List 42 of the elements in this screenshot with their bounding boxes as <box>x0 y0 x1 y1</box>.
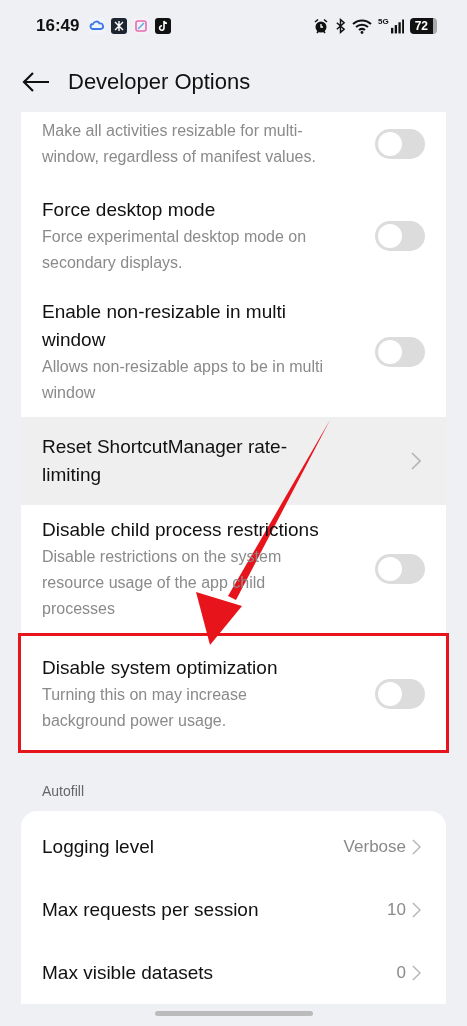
setting-title: Logging level <box>42 834 154 859</box>
setting-value: Verbose <box>343 836 406 857</box>
colorful-app-icon <box>133 18 150 34</box>
setting-title: Max visible datasets <box>42 960 214 985</box>
toggle-switch[interactable] <box>375 554 425 584</box>
setting-title: Reset ShortcutManager rate-limiting <box>42 435 288 487</box>
status-time: 16:49 <box>36 16 80 36</box>
chevron-right-icon[interactable] <box>412 964 421 981</box>
signal-icon <box>390 18 404 34</box>
alarm-icon <box>312 18 329 34</box>
chevron-right-icon[interactable] <box>411 452 421 470</box>
bluetooth-icon <box>334 18 346 34</box>
wifi-icon <box>351 18 372 34</box>
toggle-switch[interactable] <box>375 221 425 251</box>
toggle-switch[interactable] <box>375 679 425 709</box>
chevron-right-icon[interactable] <box>412 901 421 918</box>
setting-description: Allows non-resizable apps to be in multi window <box>42 357 325 403</box>
tool-app-icon <box>111 18 128 34</box>
setting-title: Force desktop mode <box>42 198 217 222</box>
settings-row[interactable]: Make all activities resizable for multi-window, regardless of manifest values. <box>21 112 446 185</box>
setting-description: Turning this on may increase background power usage. <box>42 685 248 731</box>
music-note-app-icon <box>155 18 172 34</box>
settings-row[interactable]: Reset ShortcutManager rate-limiting <box>21 417 446 505</box>
settings-row[interactable]: Disable system optimization Turning this on may increase background power usage. <box>18 633 449 753</box>
setting-value: 0 <box>396 962 406 983</box>
network-type: 5G <box>377 17 389 26</box>
setting-value: 10 <box>387 899 406 920</box>
toggle-switch[interactable] <box>375 129 425 159</box>
cloud-app-icon <box>89 18 106 34</box>
setting-title: Enable non-resizable in multi window <box>42 300 287 352</box>
settings-row[interactable]: Enable non-resizable in multi window Allows non-resizable apps to be in multi window <box>21 287 446 417</box>
setting-title: Disable system optimization <box>42 656 279 680</box>
battery-level: 72 <box>409 18 437 34</box>
settings-row[interactable]: Force desktop mode Force experimental desktop mode on secondary displays. <box>21 185 446 287</box>
setting-description: Force experimental desktop mode on secondary displays. <box>42 227 308 273</box>
toggle-switch[interactable] <box>375 337 425 367</box>
page-title: Developer Options <box>68 69 251 95</box>
chevron-right-icon[interactable] <box>412 838 421 855</box>
section-label: Autofill <box>41 782 86 801</box>
back-arrow-icon[interactable] <box>22 72 50 92</box>
setting-description: Make all activities resizable for multi-window, regardless of manifest values. <box>42 121 317 167</box>
setting-title: Max requests per session <box>42 897 259 922</box>
